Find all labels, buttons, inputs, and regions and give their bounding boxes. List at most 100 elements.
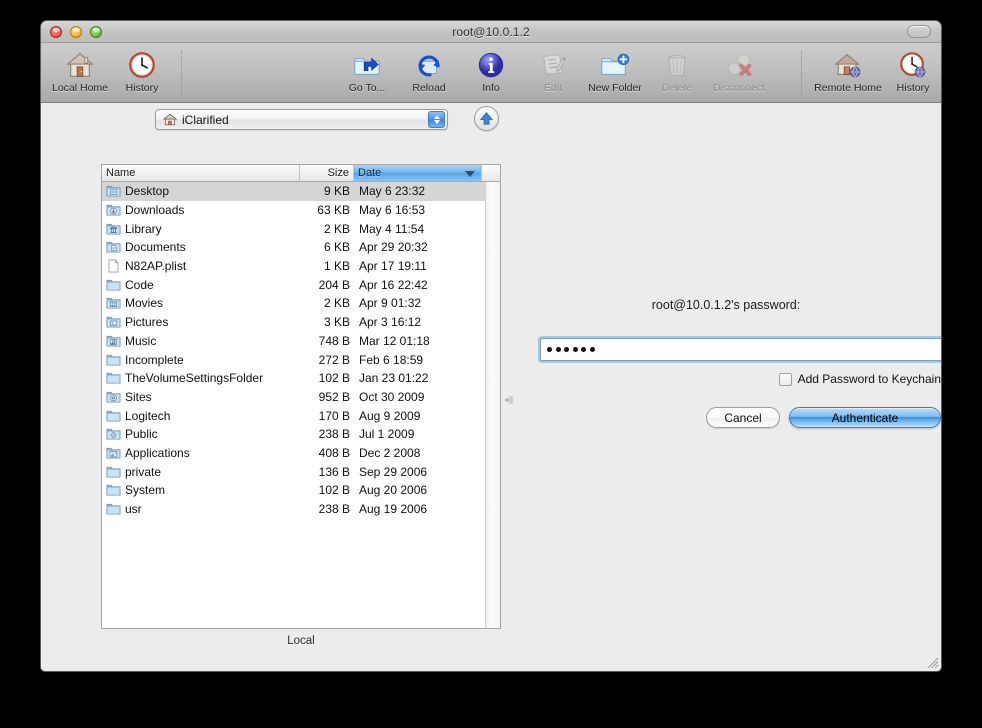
toolbar-item-remote-home[interactable]: Remote Home [809, 47, 887, 94]
zoom-button[interactable] [90, 26, 102, 38]
file-name-label: Applications [125, 446, 190, 460]
window-controls [50, 26, 102, 38]
status-bar: Local [101, 635, 501, 647]
file-list-row[interactable]: Logitech170 BAug 9 2009 [102, 406, 485, 425]
file-name-label: Sites [125, 390, 152, 404]
path-popup-button[interactable]: iClarified [155, 109, 448, 130]
file-list-row[interactable]: Incomplete272 BFeb 6 18:59 [102, 350, 485, 369]
file-list-scrollbar[interactable] [485, 182, 500, 628]
toolbar-center-group: Go To... Reload [336, 47, 770, 94]
file-list-row[interactable]: usr238 BAug 19 2006 [102, 500, 485, 519]
file-list-column-headers: Name Size Date [102, 165, 500, 182]
toolbar-item-reload[interactable]: Reload [398, 47, 460, 94]
add-password-to-keychain-row[interactable]: Add Password to Keychain [779, 372, 941, 386]
file-date-cell: Apr 16 22:42 [354, 278, 482, 292]
chevron-up-icon [434, 115, 440, 119]
password-dot [573, 347, 578, 352]
file-list-row[interactable]: Applications408 BDec 2 2008 [102, 444, 485, 463]
file-name-label: System [125, 483, 165, 497]
file-list-row[interactable]: Pictures3 KBApr 3 16:12 [102, 313, 485, 332]
file-size-cell: 63 KB [300, 203, 354, 217]
file-name-cell: System [102, 483, 300, 497]
minimize-button[interactable] [70, 26, 82, 38]
go-up-button[interactable] [474, 106, 499, 131]
close-button[interactable] [50, 26, 62, 38]
file-list-row[interactable]: Desktop9 KBMay 6 23:32 [102, 182, 485, 201]
column-header-date[interactable]: Date [354, 165, 482, 181]
toolbar-item-new-folder[interactable]: New Folder [584, 47, 646, 94]
file-list-row[interactable]: N82AP.plist1 KBApr 17 19:11 [102, 257, 485, 276]
disconnect-icon [722, 49, 756, 81]
file-date-cell: Sep 29 2006 [354, 465, 482, 479]
title-bar: root@10.0.1.2 [41, 21, 941, 43]
file-name-cell: Sites [102, 390, 300, 404]
file-name-label: Documents [125, 240, 186, 254]
toolbar-item-info[interactable]: Info [460, 47, 522, 94]
file-date-cell: May 4 11:54 [354, 222, 482, 236]
file-list-row[interactable]: Sites952 BOct 30 2009 [102, 388, 485, 407]
file-name-cell: private [102, 465, 300, 479]
file-size-cell: 952 B [300, 390, 354, 404]
file-date-cell: Apr 29 20:32 [354, 240, 482, 254]
window-title: root@10.0.1.2 [41, 25, 941, 39]
file-list-row[interactable]: Library2 KBMay 4 11:54 [102, 219, 485, 238]
authenticate-button[interactable]: Authenticate [789, 407, 941, 428]
file-list-row[interactable]: Documents 6 KBApr 29 20:32 [102, 238, 485, 257]
file-name-label: usr [125, 502, 142, 516]
password-dot [556, 347, 561, 352]
folder-icon [106, 502, 121, 516]
toolbar-item-delete[interactable]: Delete [646, 47, 708, 94]
file-name-label: Music [125, 334, 156, 348]
file-list-row[interactable]: Public238 BJul 1 2009 [102, 425, 485, 444]
file-list-row[interactable]: Music748 BMar 12 01:18 [102, 332, 485, 351]
column-header-size[interactable]: Size [300, 165, 354, 181]
toolbar-item-label: Go To... [349, 82, 386, 94]
cancel-button[interactable]: Cancel [706, 407, 780, 428]
file-name-cell: Movies [102, 296, 300, 310]
path-current-label: iClarified [182, 113, 229, 127]
folder-icon [106, 371, 121, 385]
toolbar-item-go-to[interactable]: Go To... [336, 47, 398, 94]
file-date-cell: Apr 3 16:12 [354, 315, 482, 329]
file-list-row[interactable]: TheVolumeSettingsFolder102 BJan 23 01:22 [102, 369, 485, 388]
file-date-cell: Apr 9 01:32 [354, 296, 482, 310]
file-name-cell: usr [102, 502, 300, 516]
file-list-row[interactable]: Downloads63 KBMay 6 16:53 [102, 201, 485, 220]
toolbar-item-disconnect[interactable]: Disconnect [708, 47, 770, 94]
folder-icon [106, 278, 121, 292]
remote-home-icon [831, 49, 865, 81]
file-date-cell: Aug 9 2009 [354, 409, 482, 423]
file-list-row[interactable]: Code204 BApr 16 22:42 [102, 275, 485, 294]
file-name-label: N82AP.plist [125, 259, 186, 273]
folder-icon [106, 483, 121, 497]
movies-folder-icon [106, 296, 121, 310]
column-header-name[interactable]: Name [102, 165, 300, 181]
file-name-cell: Pictures [102, 315, 300, 329]
toolbar-item-local-home[interactable]: Local Home [49, 47, 111, 94]
password-input[interactable] [540, 338, 942, 361]
keychain-checkbox[interactable] [779, 373, 792, 386]
toolbar: Local Home History [41, 43, 941, 103]
toolbar-item-history-local[interactable]: History [111, 47, 173, 94]
file-name-label: private [125, 465, 161, 479]
folder-icon [106, 409, 121, 423]
window-resize-grip[interactable] [925, 655, 939, 669]
toolbar-right-group: Remote Home History [809, 47, 939, 94]
chevron-down-icon [434, 120, 440, 124]
documents-folder-icon [106, 240, 121, 254]
edit-note-icon [536, 49, 570, 81]
ssh-file-browser-window: root@10.0.1.2 Local Home [40, 20, 942, 672]
path-popup-stepper[interactable] [428, 111, 445, 128]
file-name-label: Downloads [125, 203, 184, 217]
toolbar-toggle-button[interactable] [907, 25, 931, 38]
file-list-row[interactable]: private136 BSep 29 2006 [102, 462, 485, 481]
toolbar-item-edit[interactable]: Edit [522, 47, 584, 94]
file-list-row[interactable]: System102 BAug 20 2006 [102, 481, 485, 500]
applications-folder-icon [106, 446, 121, 460]
public-folder-icon [106, 427, 121, 441]
file-list-row[interactable]: Movies2 KBApr 9 01:32 [102, 294, 485, 313]
toolbar-item-history-remote[interactable]: History [887, 47, 939, 94]
file-name-label: TheVolumeSettingsFolder [125, 371, 263, 385]
remote-clock-icon [896, 49, 930, 81]
file-size-cell: 6 KB [300, 240, 354, 254]
